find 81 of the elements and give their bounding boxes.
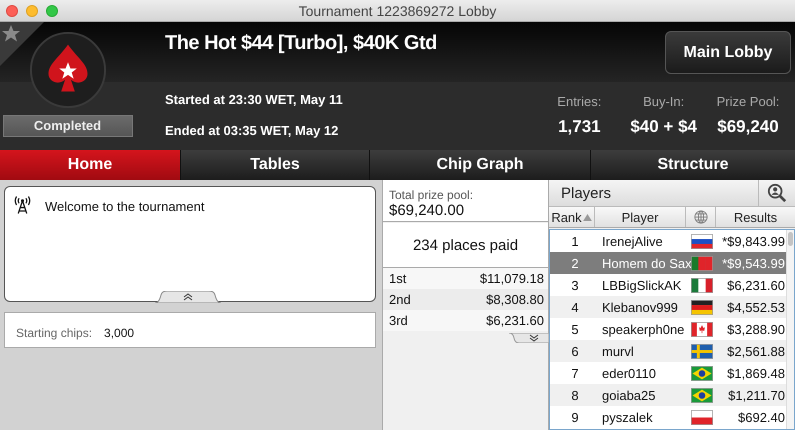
tournament-title: The Hot $44 [Turbo], $40K Gtd <box>165 32 437 55</box>
table-cell-text: pyszalek <box>601 410 654 424</box>
flag-icon <box>691 410 713 424</box>
flag-icon <box>691 344 713 358</box>
flag-icon <box>691 278 713 292</box>
flag-icon <box>691 300 713 314</box>
close-button[interactable] <box>6 4 18 16</box>
table-cell: 2nd <box>389 292 411 307</box>
total-value: $69,240.00 <box>389 202 466 219</box>
table-cell-text: Klebanov999 <box>601 300 679 314</box>
stat-label: Entries: <box>557 94 602 109</box>
table-cell-text: IrenejAlive <box>601 234 664 248</box>
sort-ascending-icon <box>582 214 592 220</box>
flag-icon <box>691 388 713 402</box>
column-header[interactable]: Player <box>595 207 686 227</box>
info-value: 3,000 <box>104 326 134 340</box>
table-cell-text: 4 <box>570 300 580 314</box>
table-cell-text: $1,869.48 <box>726 366 786 380</box>
search-icon <box>767 183 787 203</box>
table-cell-text: 2 <box>570 256 580 270</box>
tab[interactable]: Chip Graph <box>370 150 590 180</box>
table-cell-text: $3,288.90 <box>726 322 786 336</box>
expand-handle-icon[interactable] <box>509 333 549 343</box>
players-title: Players <box>560 184 612 204</box>
table-row[interactable]: 2 Homem do Sax *$9,543.99 <box>550 252 786 274</box>
table-cell-text: 1 <box>570 234 580 248</box>
scrollbar[interactable] <box>786 230 794 429</box>
table-cell-text: 3 <box>570 278 580 292</box>
table-cell: $11,079.18 <box>480 271 544 286</box>
globe-icon <box>694 210 708 224</box>
tab[interactable]: Tables <box>181 150 369 180</box>
table-cell-text: murvl <box>601 344 635 358</box>
table-cell-text: goiaba25 <box>601 388 656 402</box>
table-cell: 3rd <box>389 313 408 328</box>
table-cell: $6,231.60 <box>486 313 544 328</box>
info-label: Starting chips: <box>16 326 92 340</box>
table-cell-text: $4,552.53 <box>726 300 786 314</box>
flag-icon <box>691 366 713 380</box>
table-cell-text: $6,231.60 <box>726 278 786 292</box>
stat-label: Prize Pool: <box>716 94 780 109</box>
table-row[interactable]: 6 murvl $2,561.88 <box>550 340 786 362</box>
flag-icon <box>691 256 713 270</box>
places-paid: 234 places paid <box>383 223 548 268</box>
tab[interactable]: Structure <box>591 150 795 180</box>
table-cell-text: 6 <box>570 344 580 358</box>
start-time: Started at 23:30 WET, May 11 <box>165 92 343 107</box>
news-message: Welcome to the tournament <box>45 199 204 214</box>
table-cell: $8,308.80 <box>486 292 544 307</box>
table-cell-text: 9 <box>570 410 580 424</box>
stat-label: Buy-In: <box>643 94 684 109</box>
table-cell-text: $2,561.88 <box>726 344 786 358</box>
column-header[interactable]: Rank <box>549 207 595 227</box>
expand-handle-icon[interactable] <box>155 291 221 303</box>
column-header[interactable]: Results <box>716 207 795 227</box>
status-ribbon: Completed <box>2 115 132 137</box>
stat-value: 1,731 <box>558 117 601 137</box>
window-title: Tournament 1223869272 Lobby <box>298 2 496 18</box>
table-cell-text: *$9,843.99 <box>721 234 786 248</box>
antenna-icon <box>14 195 31 215</box>
flag-icon <box>691 322 713 336</box>
main-lobby-button[interactable]: Main Lobby <box>665 31 791 74</box>
end-time: Ended at 03:35 WET, May 12 <box>165 123 340 138</box>
table-cell-text: eder0110 <box>601 366 657 380</box>
table-cell-text: $1,211.70 <box>727 388 786 402</box>
table-row[interactable]: 8 goiaba25 $1,211.70 <box>550 384 786 406</box>
table-row[interactable]: 4 Klebanov999 $4,552.53 <box>550 296 786 318</box>
favorite-star-icon[interactable] <box>0 22 44 66</box>
zoom-button[interactable] <box>46 4 58 16</box>
table-cell-text: $692.40 <box>737 410 786 424</box>
flag-icon <box>691 234 713 248</box>
table-cell-text: 8 <box>570 388 580 402</box>
table-cell: 1st <box>389 271 406 286</box>
table-cell-text: 7 <box>570 366 580 380</box>
table-cell-text: speakerph0ne <box>601 322 686 336</box>
stat-value: $40 + $4 <box>630 117 697 137</box>
total-label: Total prize pool: <box>389 188 474 202</box>
stat-value: $69,240 <box>717 117 779 137</box>
table-cell-text: *$9,543.99 <box>721 256 786 270</box>
table-cell-text: 5 <box>570 322 580 336</box>
tab[interactable]: Home <box>0 150 180 180</box>
table-cell-text: LBBigSlickAK <box>601 278 682 292</box>
